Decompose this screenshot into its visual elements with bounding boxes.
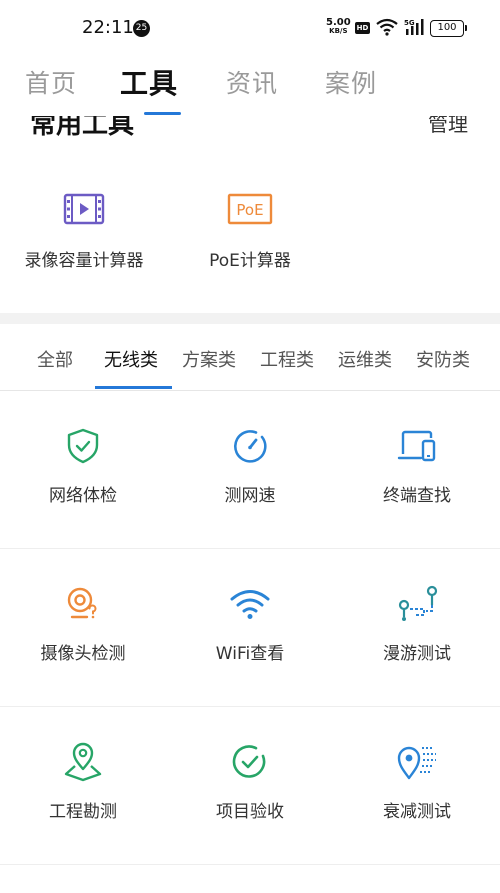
tool-label: 测网速 [224,486,276,506]
tool-label: 摄像头检测 [40,644,126,664]
tool-roaming-test[interactable]: 漫游测试 [334,549,500,707]
tool-label: 工程勘测 [49,802,117,822]
top-tab-bar: 首页 工具 资讯 案例 [0,56,500,116]
tool-row: 摄像头检测 WiFi查看 漫游测试 [0,549,500,707]
tab-news[interactable]: 资讯 [226,64,278,100]
roaming-icon [396,585,438,627]
manage-button[interactable]: 管理 [428,116,468,137]
battery-indicator: 100 [430,20,467,37]
common-tool-poe-calculator[interactable]: PoE PoE计算器 [170,192,330,271]
tool-project-acceptance[interactable]: 项目验收 [167,707,333,865]
active-category-indicator [95,386,172,389]
network-speed-unit: KB/S [329,27,348,35]
tool-label: 项目验收 [216,802,284,822]
common-tool-label: PoE计算器 [209,251,291,271]
common-tools-title: 常用工具 [30,116,135,140]
tool-label: 漫游测试 [383,644,451,664]
tool-attenuation-test[interactable]: 衰减测试 [334,707,500,865]
tool-network-check[interactable]: 网络体检 [0,391,166,549]
devices-icon [397,429,437,467]
active-tab-indicator [144,112,181,115]
tool-speed-test[interactable]: 测网速 [167,391,333,549]
cellular-signal-icon: 5G [404,18,426,40]
tab-tools[interactable]: 工具 [120,62,178,102]
category-tab-wireless[interactable]: 无线类 [104,346,158,372]
check-circle-icon [232,744,268,784]
tool-label: WiFi查看 [215,644,285,664]
category-tab-maintenance[interactable]: 运维类 [338,346,392,372]
category-tab-security[interactable]: 安防类 [416,346,470,372]
tool-row: 工程勘测 项目验收 衰减测试 [0,707,500,865]
status-time: 22:11 [82,17,134,38]
camera-question-icon [65,586,101,626]
tool-row: 网络体检 测网速 终端查找 [0,391,500,549]
network-speed: 5.00 KB/S [326,18,351,36]
category-tab-solution[interactable]: 方案类 [182,346,236,372]
tool-label: 终端查找 [383,486,451,506]
shield-check-icon [66,428,100,468]
notification-badge: 25 [133,20,150,37]
section-divider [0,313,500,324]
signal-label: 5G [404,19,415,27]
category-tab-engineering[interactable]: 工程类 [260,346,314,372]
poe-icon-text: PoE [236,201,263,219]
tool-site-survey[interactable]: 工程勘测 [0,707,166,865]
tab-home[interactable]: 首页 [25,64,77,100]
speedometer-icon [232,428,268,468]
hd-badge: HD [355,22,370,34]
location-survey-icon [63,742,103,786]
wifi-status-icon [376,18,398,40]
video-storage-icon [63,193,105,229]
common-tool-video-calculator[interactable]: 录像容量计算器 [4,192,164,271]
signal-attenuation-icon [396,743,438,785]
common-tool-label: 录像容量计算器 [24,251,144,271]
category-tab-all[interactable]: 全部 [37,346,73,372]
tool-label: 网络体检 [49,486,117,506]
tool-terminal-finder[interactable]: 终端查找 [334,391,500,549]
common-tools-section: 常用工具 管理 录像容量计算器 PoE PoE计算器 [0,116,500,313]
wifi-icon [230,588,270,624]
poe-icon: PoE [227,193,273,229]
tab-cases[interactable]: 案例 [325,64,377,100]
tool-camera-detection[interactable]: 摄像头检测 [0,549,166,707]
status-bar: 22:11 25 5.00 KB/S HD 5G 100 [0,0,500,56]
tool-label: 衰减测试 [383,802,451,822]
tool-wifi-view[interactable]: WiFi查看 [167,549,333,707]
network-speed-value: 5.00 [326,17,351,28]
category-tab-bar: 全部 无线类 方案类 工程类 运维类 安防类 [0,324,500,391]
